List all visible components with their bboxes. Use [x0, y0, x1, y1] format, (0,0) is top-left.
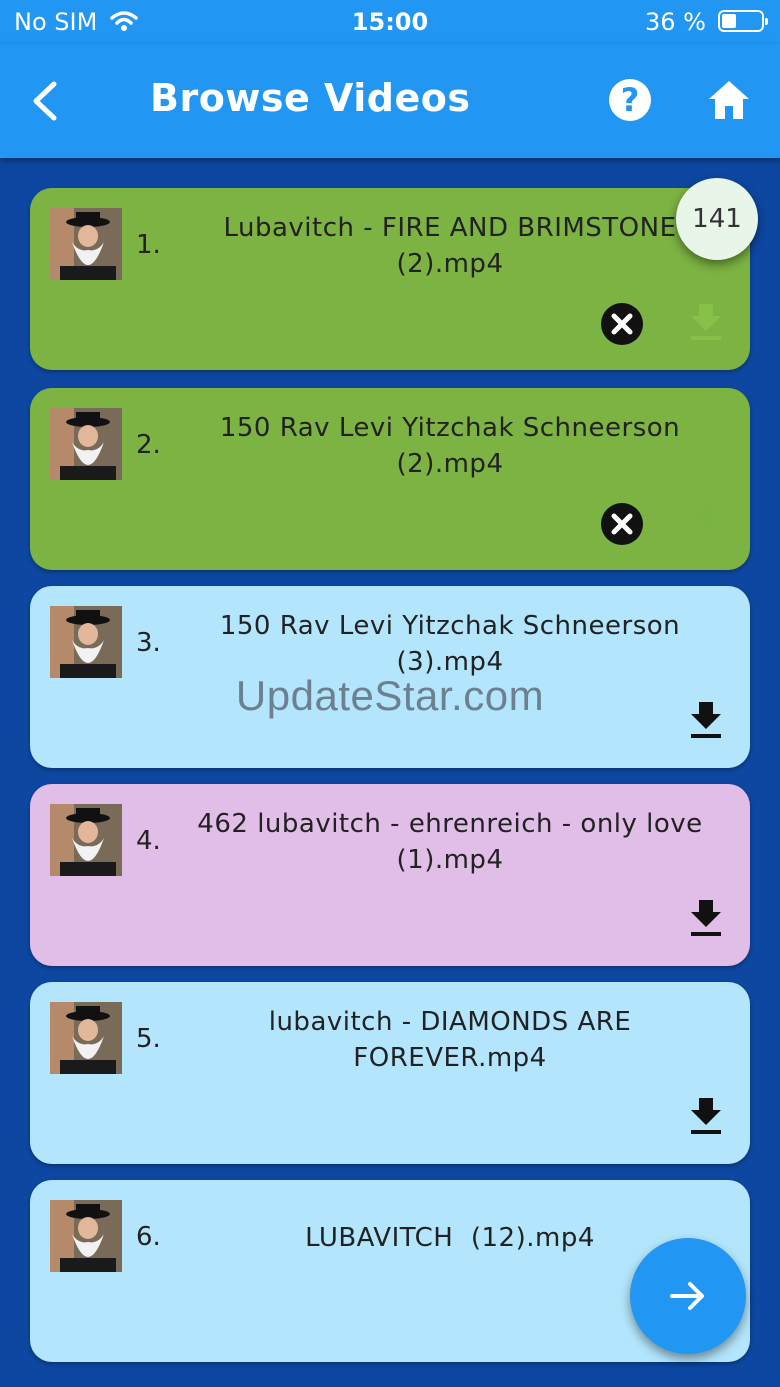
help-circle-icon[interactable]: ? [608, 78, 652, 122]
video-title: LUBAVITCH (12).mp4 [305, 1223, 595, 1253]
watermark: UpdateStar.com [235, 672, 545, 719]
video-title: 150 Rav Levi Yitzchak Schneerson (3).mp4 [219, 611, 681, 677]
home-icon[interactable] [706, 78, 752, 122]
download-icon [688, 502, 724, 542]
battery-percent: 36 % [645, 8, 706, 36]
video-card[interactable]: 1. Lubavitch - FIRE AND BRIMSTONE (2).mp… [30, 188, 750, 370]
video-title: Lubavitch - FIRE AND BRIMSTONE (2).mp4 [223, 213, 677, 279]
video-title: lubavitch - DIAMONDS ARE FOREVER.mp4 [268, 1007, 632, 1073]
download-icon[interactable] [688, 1096, 724, 1136]
video-card[interactable]: 5. lubavitch - DIAMONDS ARE FOREVER.mp4 [30, 982, 750, 1164]
video-thumbnail [50, 804, 122, 876]
video-card[interactable]: 4. 462 lubavitch - ehrenreich - only lov… [30, 784, 750, 966]
arrow-right-icon [670, 1282, 704, 1310]
chevron-left-icon[interactable] [26, 76, 66, 126]
app-bar: Browse Videos ? [0, 44, 780, 158]
video-thumbnail [50, 1002, 122, 1074]
video-number: 5. [136, 1024, 161, 1054]
next-fab-button[interactable] [630, 1238, 746, 1354]
video-title: 150 Rav Levi Yitzchak Schneerson (2).mp4 [219, 413, 681, 479]
count-badge: 141 [676, 178, 758, 260]
video-number: 3. [136, 628, 161, 658]
video-thumbnail [50, 208, 122, 280]
video-number: 2. [136, 430, 161, 460]
page-title: Browse Videos [150, 76, 471, 120]
cancel-circle-icon[interactable] [600, 502, 644, 546]
status-bar: No SIM 15:00 36 % [0, 0, 780, 44]
video-number: 4. [136, 826, 161, 856]
video-number: 1. [136, 230, 161, 260]
cancel-circle-icon[interactable] [600, 302, 644, 346]
battery-icon [718, 10, 768, 32]
video-thumbnail [50, 408, 122, 480]
video-title: 462 lubavitch - ehrenreich - only love (… [197, 809, 703, 875]
video-thumbnail [50, 1200, 122, 1272]
download-icon[interactable] [688, 898, 724, 938]
video-card[interactable]: 2. 150 Rav Levi Yitzchak Schneerson (2).… [30, 388, 750, 570]
video-number: 6. [136, 1222, 161, 1252]
svg-text:?: ? [621, 81, 640, 119]
download-icon [688, 302, 724, 342]
video-thumbnail [50, 606, 122, 678]
